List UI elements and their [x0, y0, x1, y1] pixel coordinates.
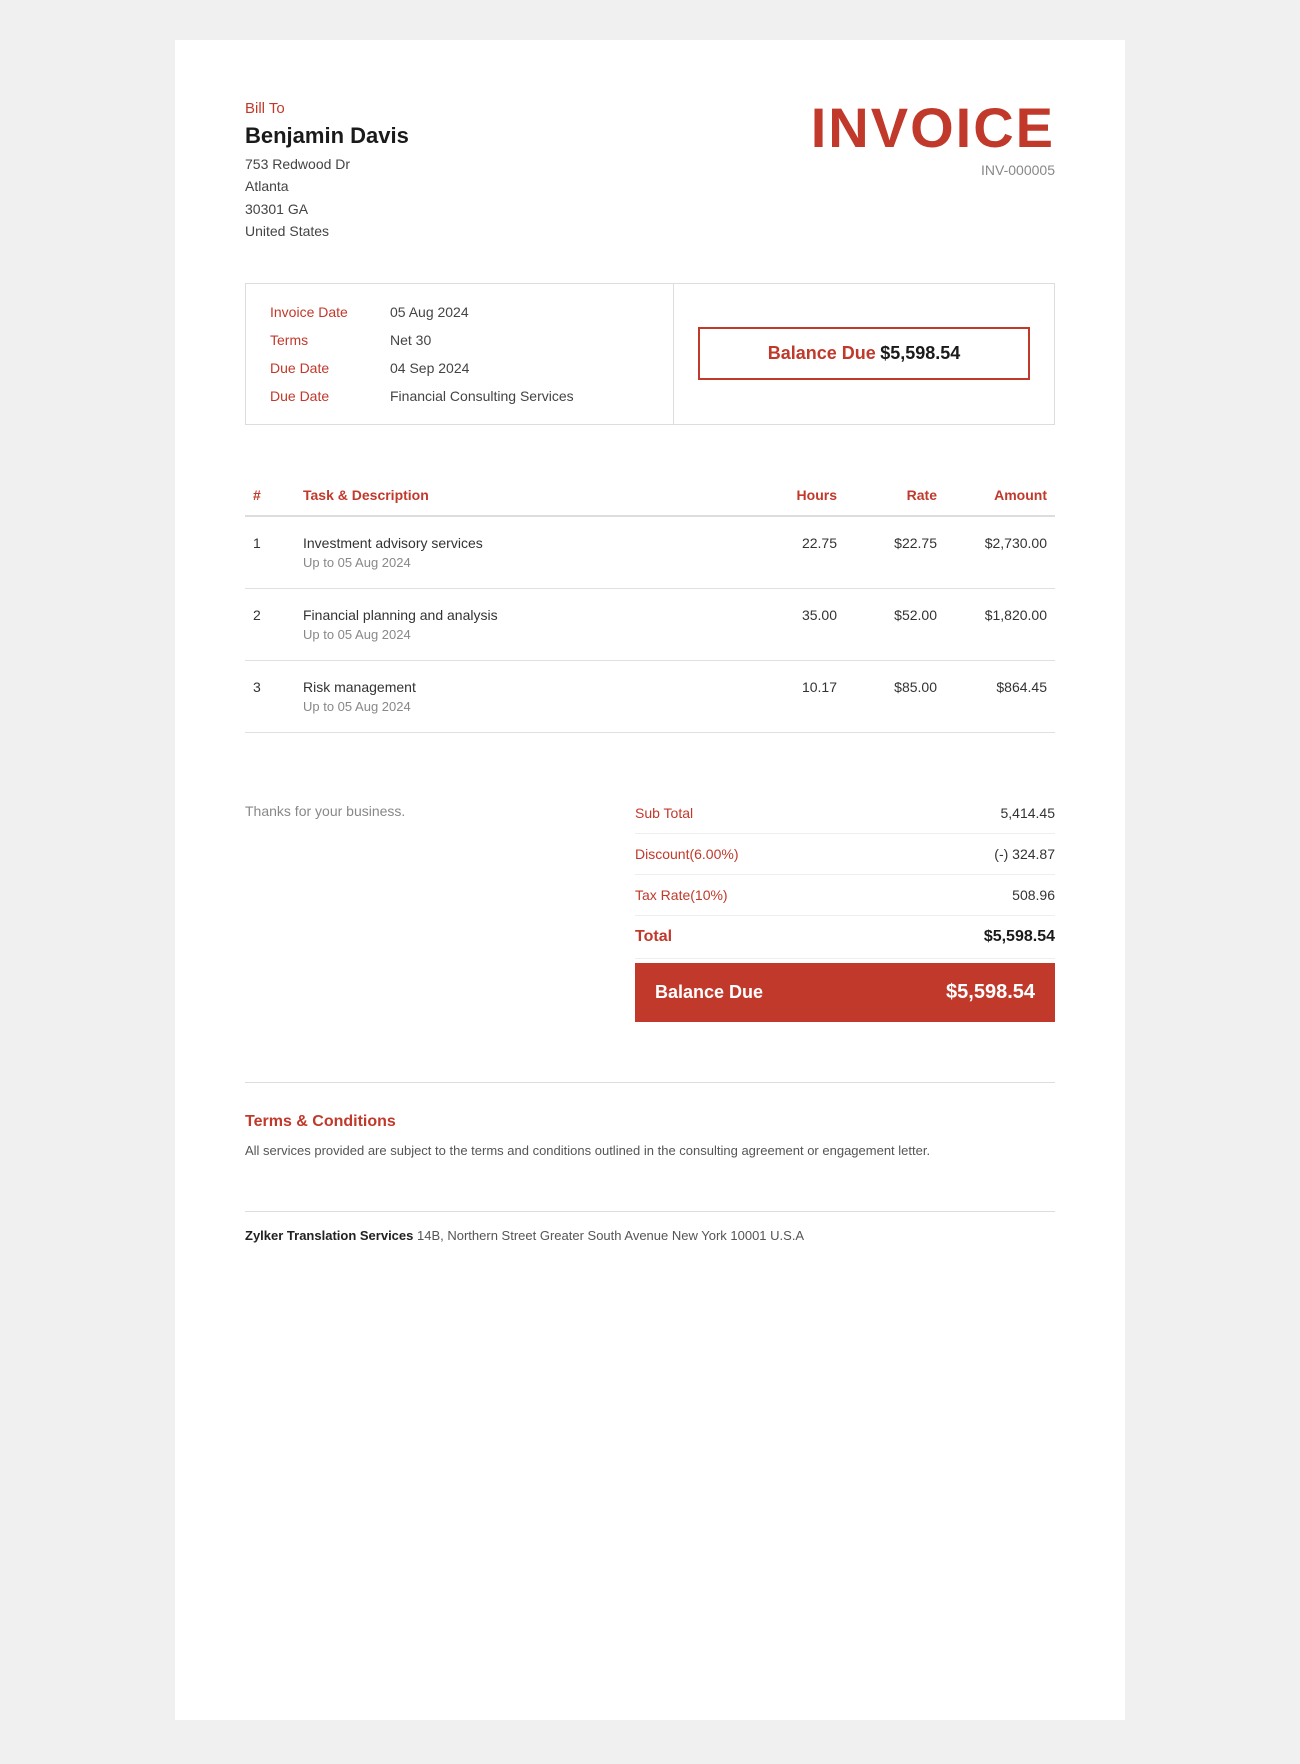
meta-value-due-date: 04 Sep 2024 [390, 360, 469, 376]
balance-due-footer-amount: $5,598.54 [946, 981, 1035, 1004]
invoice-title-block: INVOICE INV-000005 [811, 100, 1055, 178]
terms-section: Terms & Conditions All services provided… [245, 1082, 1055, 1162]
total-value: $5,598.54 [984, 928, 1055, 946]
page-footer: Zylker Translation Services 14B, Norther… [245, 1211, 1055, 1243]
totals-block: Sub Total 5,414.45 Discount(6.00%) (-) 3… [635, 793, 1055, 1022]
meta-label-invoice-date: Invoice Date [270, 304, 390, 320]
meta-label-terms: Terms [270, 332, 390, 348]
col-header-amount: Amount [945, 475, 1055, 516]
tax-row: Tax Rate(10%) 508.96 [635, 875, 1055, 916]
item-hours: 35.00 [745, 588, 845, 660]
item-number: 1 [245, 516, 295, 589]
discount-row: Discount(6.00%) (-) 324.87 [635, 834, 1055, 875]
tax-label: Tax Rate(10%) [635, 887, 728, 903]
client-name: Benjamin Davis [245, 123, 409, 149]
table-row: 2 Financial planning and analysis Up to … [245, 588, 1055, 660]
bill-to-label: Bill To [245, 100, 409, 117]
address-line2: Atlanta [245, 178, 289, 194]
terms-title: Terms & Conditions [245, 1113, 1055, 1131]
item-amount: $864.45 [945, 660, 1055, 732]
discount-label: Discount(6.00%) [635, 846, 739, 862]
bill-to-block: Bill To Benjamin Davis 753 Redwood Dr At… [245, 100, 409, 243]
col-header-hours: Hours [745, 475, 845, 516]
meta-row-subject: Due Date Financial Consulting Services [270, 388, 649, 404]
item-hours: 22.75 [745, 516, 845, 589]
meta-row-invoice-date: Invoice Date 05 Aug 2024 [270, 304, 649, 320]
footer-address: 14B, Northern Street Greater South Avenu… [417, 1228, 804, 1243]
invoice-number: INV-000005 [811, 162, 1055, 178]
subtotal-row: Sub Total 5,414.45 [635, 793, 1055, 834]
item-rate: $52.00 [845, 588, 945, 660]
invoice-page: Bill To Benjamin Davis 753 Redwood Dr At… [175, 40, 1125, 1720]
meta-left: Invoice Date 05 Aug 2024 Terms Net 30 Du… [246, 284, 674, 424]
total-row: Total $5,598.54 [635, 916, 1055, 959]
table-header-row: # Task & Description Hours Rate Amount [245, 475, 1055, 516]
address-line1: 753 Redwood Dr [245, 156, 350, 172]
total-label: Total [635, 928, 672, 946]
table-row: 1 Investment advisory services Up to 05 … [245, 516, 1055, 589]
subtotal-value: 5,414.45 [1001, 805, 1056, 821]
item-amount: $2,730.00 [945, 516, 1055, 589]
balance-due-label: Balance Due [768, 343, 876, 363]
header-section: Bill To Benjamin Davis 753 Redwood Dr At… [245, 100, 1055, 243]
invoice-title: INVOICE [811, 100, 1055, 156]
meta-right: Balance Due $5,598.54 [674, 284, 1054, 424]
item-rate: $22.75 [845, 516, 945, 589]
item-desc-sub: Up to 05 Aug 2024 [303, 699, 737, 714]
totals-section: Thanks for your business. Sub Total 5,41… [245, 773, 1055, 1022]
meta-value-terms: Net 30 [390, 332, 431, 348]
col-header-desc: Task & Description [295, 475, 745, 516]
meta-row-terms: Terms Net 30 [270, 332, 649, 348]
balance-due-footer: Balance Due $5,598.54 [635, 963, 1055, 1022]
item-desc-main: Investment advisory services [303, 535, 737, 551]
item-desc-sub: Up to 05 Aug 2024 [303, 627, 737, 642]
item-rate: $85.00 [845, 660, 945, 732]
thanks-block: Thanks for your business. [245, 793, 405, 819]
item-desc-sub: Up to 05 Aug 2024 [303, 555, 737, 570]
item-description: Risk management Up to 05 Aug 2024 [295, 660, 745, 732]
meta-value-subject: Financial Consulting Services [390, 388, 574, 404]
subtotal-label: Sub Total [635, 805, 693, 821]
meta-row-due-date: Due Date 04 Sep 2024 [270, 360, 649, 376]
item-amount: $1,820.00 [945, 588, 1055, 660]
client-address: 753 Redwood Dr Atlanta 30301 GA United S… [245, 153, 409, 243]
col-header-hash: # [245, 475, 295, 516]
item-number: 2 [245, 588, 295, 660]
table-row: 3 Risk management Up to 05 Aug 2024 10.1… [245, 660, 1055, 732]
item-description: Investment advisory services Up to 05 Au… [295, 516, 745, 589]
address-line4: United States [245, 223, 329, 239]
item-description: Financial planning and analysis Up to 05… [295, 588, 745, 660]
meta-label-due-date: Due Date [270, 360, 390, 376]
items-table: # Task & Description Hours Rate Amount 1… [245, 475, 1055, 733]
col-header-rate: Rate [845, 475, 945, 516]
balance-due-footer-label: Balance Due [655, 982, 763, 1003]
item-desc-main: Financial planning and analysis [303, 607, 737, 623]
meta-label-subject: Due Date [270, 388, 390, 404]
address-line3: 30301 GA [245, 201, 308, 217]
tax-value: 508.96 [1012, 887, 1055, 903]
discount-value: (-) 324.87 [994, 846, 1055, 862]
meta-value-invoice-date: 05 Aug 2024 [390, 304, 469, 320]
thanks-message: Thanks for your business. [245, 793, 405, 819]
item-number: 3 [245, 660, 295, 732]
item-desc-main: Risk management [303, 679, 737, 695]
balance-due-box: Balance Due $5,598.54 [698, 327, 1030, 380]
balance-due-amount: $5,598.54 [880, 343, 960, 363]
footer-company-name: Zylker Translation Services [245, 1228, 413, 1243]
item-hours: 10.17 [745, 660, 845, 732]
terms-text: All services provided are subject to the… [245, 1141, 1055, 1162]
meta-section: Invoice Date 05 Aug 2024 Terms Net 30 Du… [245, 283, 1055, 425]
